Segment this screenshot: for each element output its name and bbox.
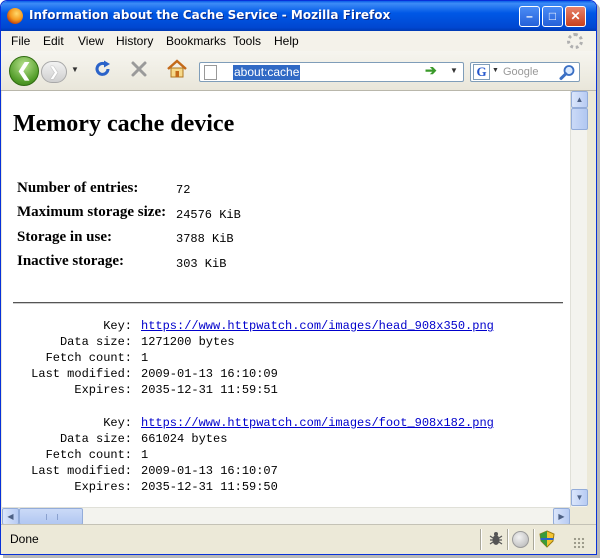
menu-history[interactable]: History [116,34,153,48]
bug-icon[interactable] [487,530,505,548]
horizontal-scrollbar[interactable]: ◀ ▶ [2,507,570,525]
menu-file[interactable]: File [11,34,30,48]
search-input[interactable]: Google [503,66,538,78]
status-text: Done [10,532,39,546]
page-icon [204,65,217,80]
minimize-button[interactable]: – [519,6,540,27]
forward-button[interactable]: ❯ [41,61,67,83]
search-bar[interactable]: G ▼ Google [470,62,580,82]
status-divider [507,529,509,550]
status-divider [480,529,482,550]
throbber-icon [567,33,583,49]
status-divider [533,529,535,550]
vertical-scrollbar[interactable]: ▲ ▼ [570,91,588,507]
entry-last-modified: 2009-01-13 16:10:07 [141,464,278,478]
entry-data-size: 1271200 bytes [141,335,235,349]
scroll-grip [46,514,58,520]
close-button[interactable]: ✕ [565,6,586,27]
browser-window: Information about the Cache Service - Mo… [0,0,597,555]
entry-data-size: 661024 bytes [141,432,228,446]
entry-label-fetch-count: Fetch count: [45,448,132,462]
magnifier-icon[interactable] [559,64,577,81]
menu-tools[interactable]: Tools [233,34,261,48]
stat-label: Inactive storage: [17,253,125,269]
scroll-right-button[interactable]: ▶ [553,508,570,525]
menu-bookmarks[interactable]: Bookmarks [166,34,226,48]
menu-bar: File Edit View History Bookmarks Tools H… [1,31,596,51]
scroll-up-button[interactable]: ▲ [571,91,588,108]
entry-label-expires: Expires: [74,480,132,494]
entry-last-modified: 2009-01-13 16:10:09 [141,367,278,381]
title-bar[interactable]: Information about the Cache Service - Mo… [1,1,596,31]
vertical-scroll-thumb[interactable] [571,108,588,130]
entry-label-fetch-count: Fetch count: [45,351,132,365]
status-bar: Done [1,524,596,554]
entry-label-data-size: Data size: [59,432,132,446]
entry-key-link[interactable]: https://www.httpwatch.com/images/head_90… [141,319,494,333]
entry-key-link[interactable]: https://www.httpwatch.com/images/foot_90… [141,416,494,430]
forward-arrow-icon: ❯ [48,64,60,79]
entry-label-key: Key: [103,319,132,333]
resize-grip[interactable] [573,537,585,549]
window-title: Information about the Cache Service - Mo… [29,8,391,22]
stat-value: 24576 KiB [176,208,241,222]
entry-fetch-count: 1 [141,448,149,462]
stat-value: 303 KiB [176,257,227,271]
entry-label-last-modified: Last modified: [31,464,132,478]
scrollbar-corner [570,507,587,524]
divider [13,302,563,304]
entry-expires: 2035-12-31 11:59:51 [141,383,278,397]
scroll-down-button[interactable]: ▼ [571,489,588,506]
horizontal-scroll-thumb[interactable] [19,508,83,525]
stat-label: Maximum storage size: [17,204,167,220]
go-arrow-icon[interactable]: ➔ [425,62,437,79]
address-input[interactable]: about:cache [233,65,301,80]
page-content: Memory cache device Number of entries: 7… [2,91,570,507]
status-circle-icon[interactable] [512,531,529,548]
stat-value: 3788 KiB [176,232,234,246]
google-icon[interactable]: G [473,64,490,80]
entry-label-expires: Expires: [74,383,132,397]
scroll-left-button[interactable]: ◀ [2,508,19,525]
entry-label-data-size: Data size: [59,335,132,349]
stat-label: Number of entries: [17,180,139,196]
search-engine-dropdown-icon[interactable]: ▼ [492,67,499,74]
stat-value: 72 [176,183,191,197]
history-dropdown-arrow-icon[interactable]: ▼ [71,65,79,74]
entry-label-key: Key: [103,416,132,430]
page-title: Memory cache device [13,111,235,137]
back-arrow-icon: ❮ [16,60,32,80]
url-dropdown-arrow-icon[interactable]: ▼ [450,66,458,75]
menu-view[interactable]: View [78,34,104,48]
entry-label-last-modified: Last modified: [31,367,132,381]
stat-label: Storage in use: [17,229,112,245]
entry-fetch-count: 1 [141,351,149,365]
entry-expires: 2035-12-31 11:59:50 [141,480,278,494]
reload-icon[interactable] [93,59,113,79]
maximize-button[interactable]: □ [542,6,563,27]
stop-icon[interactable] [129,59,149,79]
menu-edit[interactable]: Edit [43,34,64,48]
back-button[interactable]: ❮ [9,56,39,86]
menu-help[interactable]: Help [274,34,299,48]
shield-icon[interactable] [538,530,556,548]
home-icon[interactable] [166,59,188,79]
firefox-logo-icon [7,8,23,24]
